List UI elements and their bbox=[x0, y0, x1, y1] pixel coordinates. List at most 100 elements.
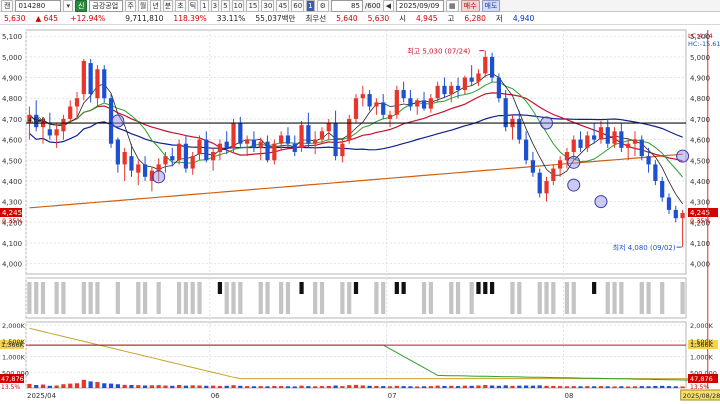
period-30[interactable]: 30 bbox=[261, 0, 275, 12]
volume-bar bbox=[211, 385, 216, 388]
signal-bar bbox=[544, 282, 549, 314]
volume-bar bbox=[258, 386, 263, 388]
volume-bar bbox=[585, 386, 590, 388]
volume-bar bbox=[136, 385, 141, 388]
candle-down bbox=[47, 129, 52, 136]
candle-up bbox=[319, 131, 325, 140]
signal-circle-marker bbox=[540, 116, 554, 130]
scroll-left-button[interactable]: ◀ bbox=[382, 0, 395, 12]
search-button[interactable]: ▾ bbox=[63, 0, 73, 12]
candle-up bbox=[571, 139, 576, 152]
last-price-label-right: 4,245 bbox=[690, 209, 710, 217]
date-input[interactable]: 2025/09/09 bbox=[396, 0, 445, 12]
candle-down bbox=[442, 85, 447, 95]
period-month[interactable]: 월 bbox=[137, 0, 149, 12]
candle-down bbox=[170, 156, 175, 161]
count-input[interactable]: 85 bbox=[330, 0, 363, 12]
calendar-icon[interactable]: ▦ bbox=[446, 0, 459, 12]
volume-bar bbox=[598, 386, 604, 388]
period-5[interactable]: 5 bbox=[221, 0, 230, 12]
candle-up bbox=[483, 56, 488, 74]
volume-bar bbox=[530, 385, 536, 388]
quote-volume-ratio: 118.39% bbox=[173, 14, 207, 23]
volume-bar bbox=[313, 386, 318, 388]
period-year[interactable]: 년 bbox=[150, 0, 161, 12]
period-1[interactable]: 1 bbox=[200, 0, 209, 12]
quote-amount: 55,037백만 bbox=[255, 14, 296, 23]
signal-bar bbox=[612, 282, 617, 314]
period-second[interactable]: 초 bbox=[175, 0, 186, 12]
volume-bar bbox=[299, 385, 304, 388]
period-45[interactable]: 45 bbox=[276, 0, 290, 12]
candle-up bbox=[326, 123, 331, 132]
signal-bar bbox=[34, 282, 39, 314]
volume-bar bbox=[612, 386, 617, 388]
candle-up bbox=[231, 123, 236, 148]
stock-code-input[interactable]: 014280 bbox=[15, 0, 62, 12]
signal-bar bbox=[347, 282, 352, 314]
right-volume-axis-label: 1,500K bbox=[690, 338, 714, 346]
volume-bar bbox=[517, 385, 522, 388]
volume-bar bbox=[142, 385, 148, 388]
chart-type-button[interactable]: 캔 bbox=[1, 0, 14, 12]
volume-bar bbox=[102, 383, 107, 388]
candle-up bbox=[95, 69, 100, 99]
signal-bar bbox=[279, 282, 284, 314]
volume-bar bbox=[54, 385, 59, 388]
signal-bar bbox=[238, 282, 243, 314]
candle-up bbox=[360, 94, 365, 99]
candle-down bbox=[666, 197, 672, 210]
signal-bar bbox=[510, 282, 515, 314]
period-60[interactable]: 60 bbox=[291, 0, 305, 12]
settings-icon[interactable]: ⚙ bbox=[316, 0, 329, 12]
signal-bar bbox=[231, 282, 236, 314]
right-volume-axis-label: 500,000 bbox=[690, 369, 717, 377]
period-15[interactable]: 15 bbox=[246, 0, 260, 12]
volume-pct-label-left: 13.5% bbox=[1, 384, 20, 391]
chart-grid bbox=[25, 29, 687, 389]
period-minute[interactable]: 분 bbox=[162, 0, 174, 12]
candle-up bbox=[462, 77, 467, 90]
period-10[interactable]: 10 bbox=[231, 0, 245, 12]
volume-bar bbox=[319, 386, 325, 388]
candle-down bbox=[523, 139, 529, 161]
period-custom[interactable]: 1 bbox=[306, 0, 315, 12]
stock-chart[interactable]: 4,6804,2450.35%4,2450.35%LC:4.04HC:-15.6… bbox=[0, 26, 720, 404]
right-price-axis-label: 4,500 bbox=[690, 157, 710, 165]
signal-bar bbox=[639, 282, 644, 314]
volume-bar bbox=[476, 385, 481, 388]
volume-bar bbox=[197, 385, 202, 388]
volume-bar bbox=[68, 383, 73, 388]
period-week[interactable]: 주 bbox=[125, 0, 136, 12]
signal-bar bbox=[340, 282, 345, 314]
buy-button[interactable]: 매수 bbox=[460, 0, 480, 12]
candle-up bbox=[449, 85, 454, 95]
candle-down bbox=[142, 164, 148, 177]
candle-up bbox=[435, 85, 440, 99]
volume-axis-label: 1,000K bbox=[2, 354, 26, 362]
volume-bar bbox=[47, 385, 52, 388]
quote-bar: 5,630 ▲ 645 +12.94% 9,711,810 118.39% 33… bbox=[0, 13, 720, 25]
volume-bar bbox=[483, 385, 488, 388]
candle-down bbox=[660, 180, 665, 198]
period-3[interactable]: 3 bbox=[210, 0, 220, 12]
volume-bar bbox=[626, 386, 631, 388]
candle-up bbox=[347, 118, 352, 140]
price-axis-label: 4,500 bbox=[2, 157, 22, 165]
signal-bar bbox=[469, 282, 474, 314]
candle-up bbox=[68, 106, 73, 119]
credit-badge[interactable]: 신 bbox=[74, 0, 88, 12]
candle-down bbox=[537, 172, 542, 194]
sell-button[interactable]: 매도 bbox=[481, 0, 501, 12]
volume-bar bbox=[272, 385, 277, 388]
right-price-axis-label: 4,100 bbox=[690, 240, 710, 248]
signal-bar bbox=[319, 282, 325, 314]
signal-bar-strong bbox=[489, 282, 495, 294]
signal-bar-strong bbox=[401, 282, 406, 294]
volume-bar bbox=[523, 385, 529, 388]
candle-up bbox=[299, 125, 304, 148]
price-axis-label: 4,300 bbox=[2, 199, 22, 207]
period-tick[interactable]: 틱 bbox=[187, 0, 199, 12]
volume-bar bbox=[285, 386, 291, 388]
volume-bar bbox=[231, 385, 236, 388]
